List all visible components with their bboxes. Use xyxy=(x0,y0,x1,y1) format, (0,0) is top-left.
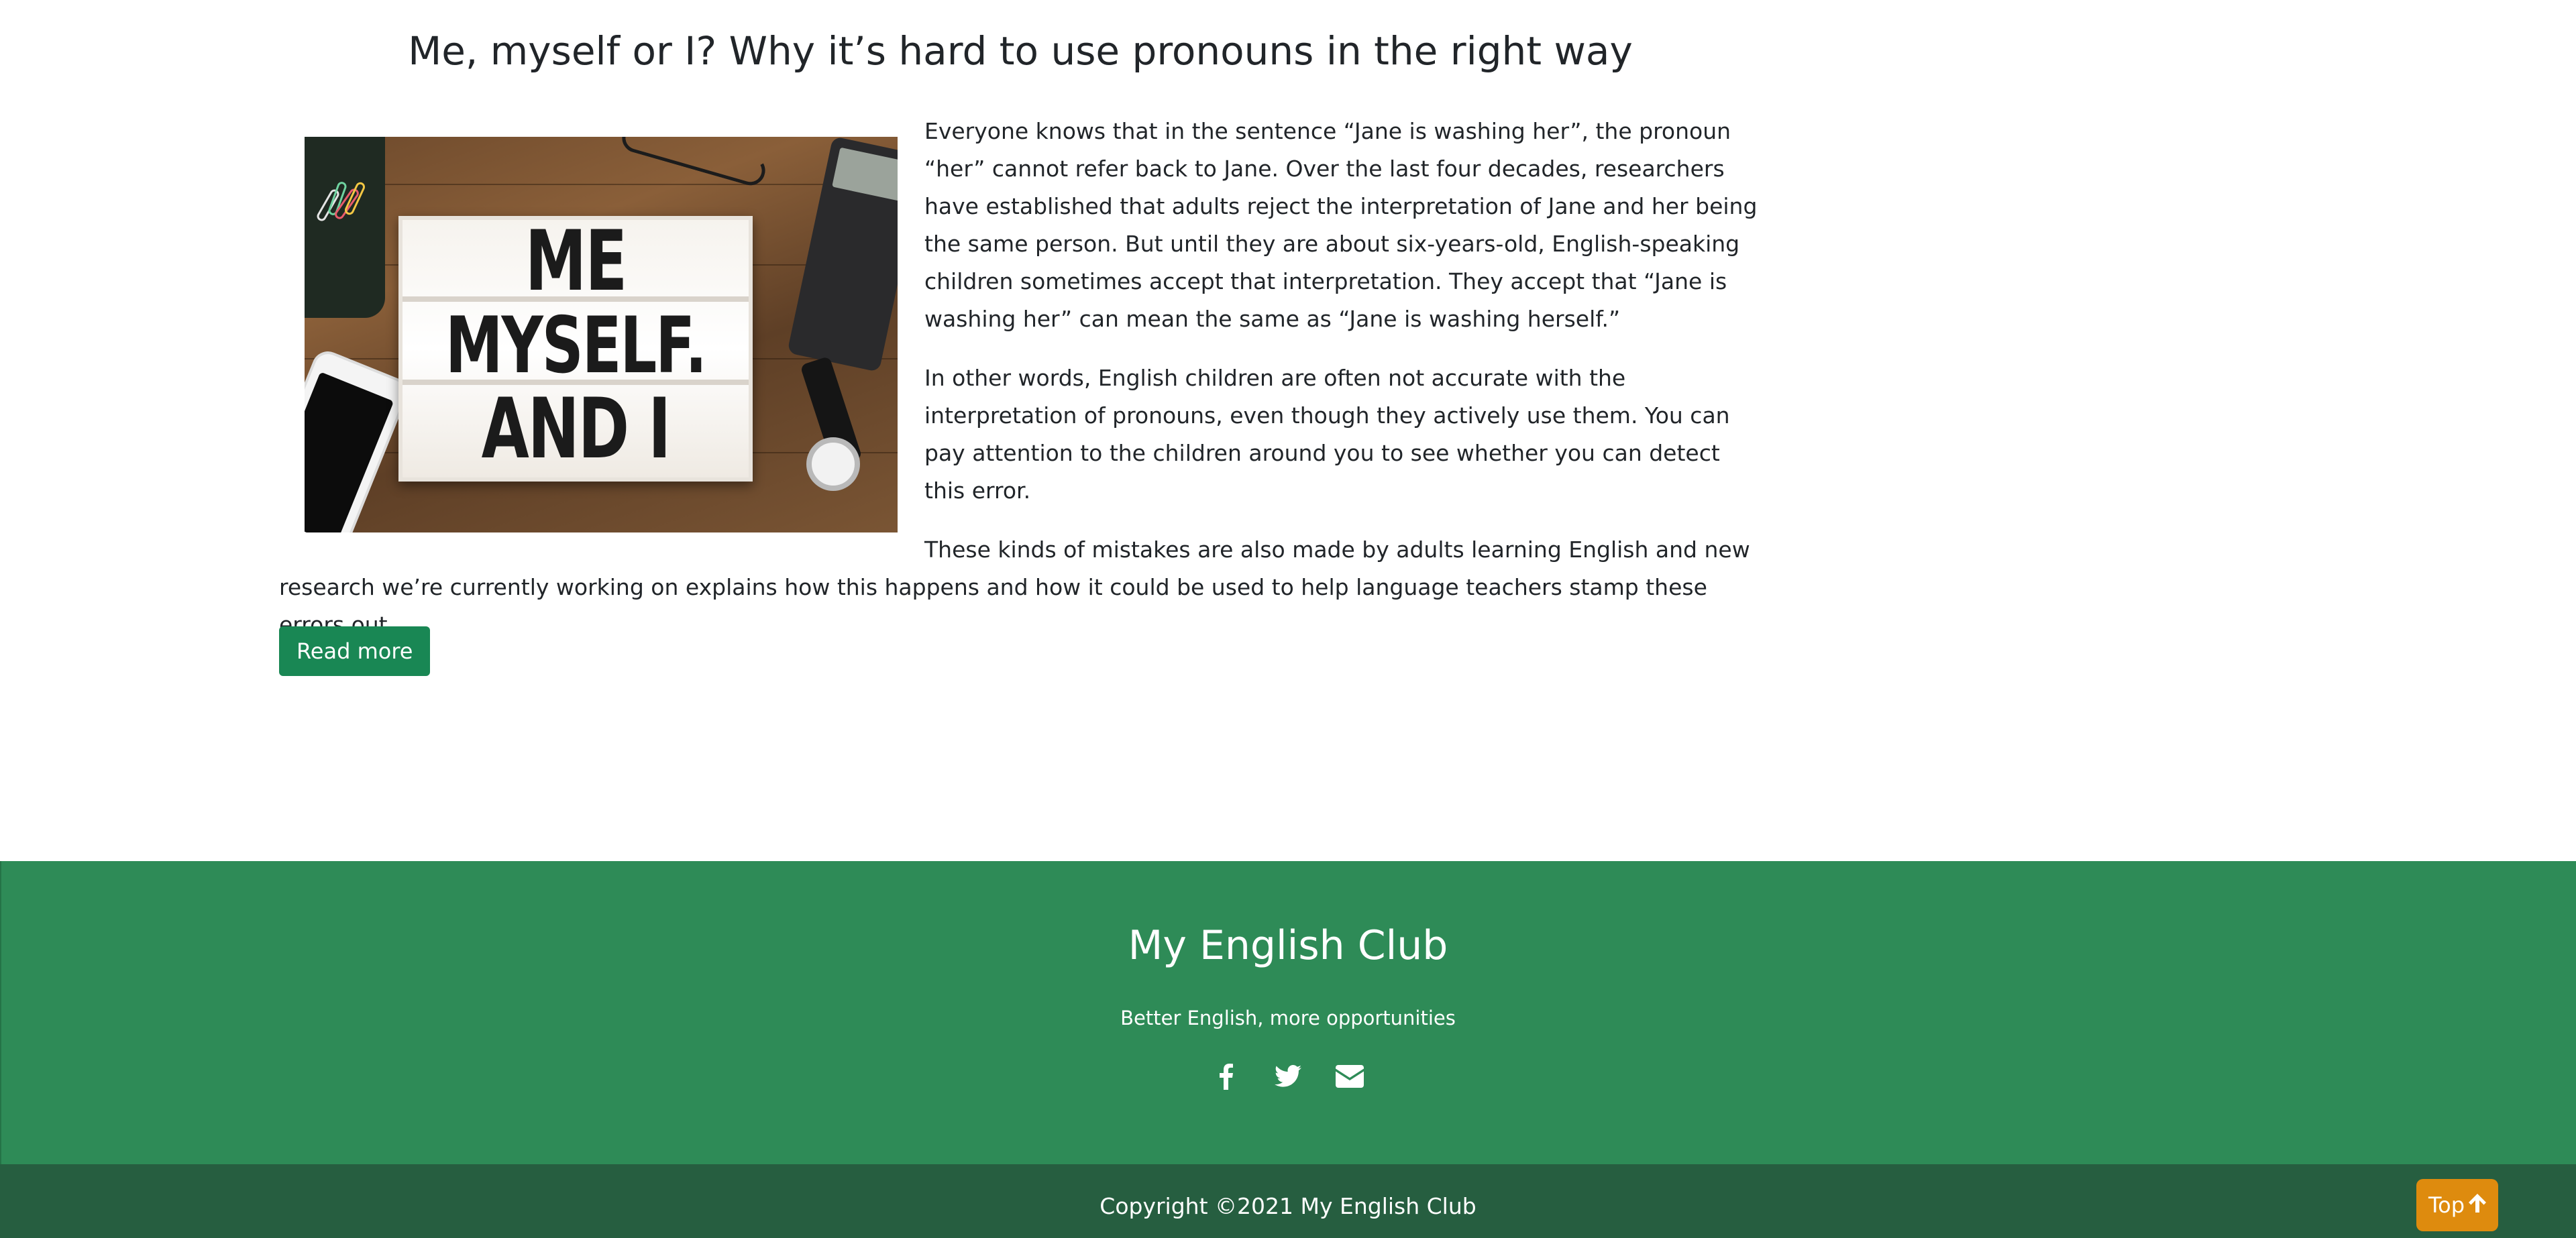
copyright-text: Copyright ©2021 My English Club xyxy=(1099,1193,1477,1219)
watch-graphic xyxy=(806,437,860,491)
glasses-graphic xyxy=(619,137,769,189)
lightbox-line: ME xyxy=(525,213,627,310)
facebook-icon[interactable] xyxy=(1211,1061,1242,1092)
twitter-icon[interactable] xyxy=(1273,1061,1303,1092)
lightbox-line: AND I xyxy=(481,380,672,477)
footer-site-name: My English Club xyxy=(1128,922,1448,969)
lightbox-sign: ME MYSELF. AND I xyxy=(398,216,753,482)
article-image: ME MYSELF. AND I xyxy=(305,137,898,532)
calculator-graphic xyxy=(787,137,898,372)
article-title: Me, myself or I? Why it’s hard to use pr… xyxy=(408,28,1633,74)
article-body: ME MYSELF. AND I Everyone knows that in … xyxy=(279,113,1762,644)
paper-clips-graphic xyxy=(315,180,367,241)
top-label: Top xyxy=(2428,1192,2465,1218)
article-paragraph: These kinds of mistakes are also made by… xyxy=(279,537,1750,638)
envelope-icon[interactable] xyxy=(1334,1061,1365,1092)
phone-graphic xyxy=(305,346,413,532)
arrow-up-icon xyxy=(2469,1192,2486,1218)
read-more-button[interactable]: Read more xyxy=(279,626,431,676)
lightbox-line: MYSELF. xyxy=(445,300,707,392)
social-links xyxy=(0,1061,2576,1101)
back-to-top-button[interactable]: Top xyxy=(2416,1179,2498,1231)
footer-tagline: Better English, more opportunities xyxy=(1120,1007,1456,1029)
